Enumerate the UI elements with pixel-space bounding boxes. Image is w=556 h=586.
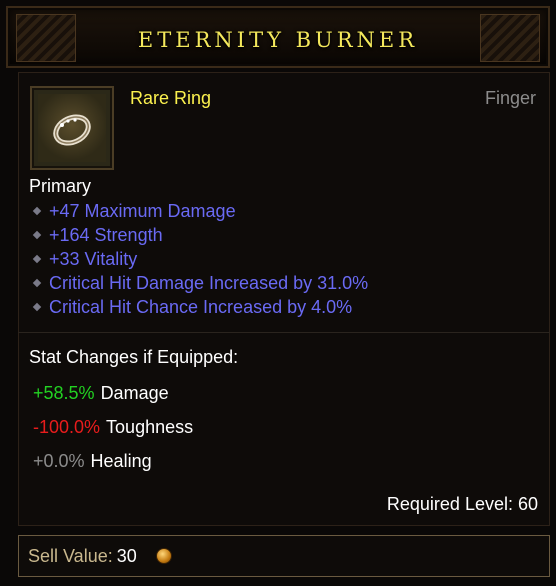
- item-slot: Finger: [484, 88, 536, 108]
- stat-change-label: Healing: [90, 451, 152, 471]
- diamond-bullet-icon: [32, 206, 42, 216]
- diamond-bullet-icon: [32, 278, 42, 288]
- affix-text: +47 Maximum Damage: [49, 200, 236, 221]
- stat-change-label: Damage: [100, 383, 169, 403]
- stat-change-label: Toughness: [106, 417, 194, 437]
- stat-change-value: +0.0%: [33, 451, 85, 471]
- affix-item: +33 Vitality: [29, 247, 368, 271]
- affix-item: Critical Hit Chance Increased by 4.0%: [29, 295, 368, 319]
- affix-item: +47 Maximum Damage: [29, 199, 368, 223]
- item-icon-frame: [30, 86, 114, 170]
- required-level: Required Level: 60: [386, 494, 538, 514]
- sell-value: Sell Value: 30: [28, 546, 137, 567]
- stat-change-value: +58.5%: [33, 383, 95, 403]
- title-banner: ETERNITY BURNER: [6, 6, 550, 68]
- stat-changes-header: Stat Changes if Equipped:: [29, 347, 239, 367]
- section-divider: [18, 332, 550, 333]
- affix-text: Critical Hit Chance Increased by 4.0%: [49, 296, 353, 317]
- item-name: ETERNITY BURNER: [137, 28, 419, 52]
- sell-value-label: Sell Value:: [28, 546, 113, 566]
- stat-change-toughness: -100.0% Toughness: [33, 417, 193, 438]
- affix-text: Critical Hit Damage Increased by 31.0%: [49, 272, 369, 293]
- affix-text: +164 Strength: [49, 224, 163, 245]
- gold-coin-icon: [156, 548, 172, 564]
- diamond-bullet-icon: [32, 254, 42, 264]
- affix-item: +164 Strength: [29, 223, 368, 247]
- diamond-bullet-icon: [32, 302, 42, 312]
- ring-icon: [53, 114, 91, 146]
- stat-change-damage: +58.5% Damage: [33, 383, 169, 404]
- item-rarity-type: Rare Ring: [130, 88, 212, 108]
- affix-item: Critical Hit Damage Increased by 31.0%: [29, 271, 368, 295]
- affix-text: +33 Vitality: [49, 248, 138, 269]
- stat-change-value: -100.0%: [33, 417, 101, 437]
- affix-list: +47 Maximum Damage +164 Strength +33 Vit…: [29, 199, 368, 319]
- diamond-bullet-icon: [32, 230, 42, 240]
- sell-value-amount: 30: [116, 546, 137, 566]
- primary-section-label: Primary: [29, 176, 91, 196]
- item-tooltip: ETERNITY BURNER Rare Ring Finger Primary…: [0, 0, 556, 586]
- stat-change-healing: +0.0% Healing: [33, 451, 152, 472]
